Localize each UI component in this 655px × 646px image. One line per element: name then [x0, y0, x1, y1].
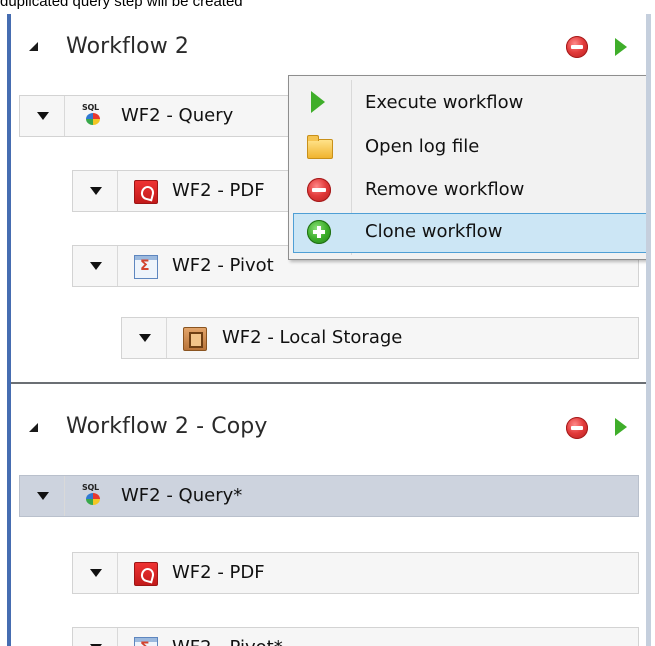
top-caption: duplicated query step will be created — [0, 0, 243, 10]
menu-item-execute-workflow[interactable]: Execute workflow — [293, 84, 646, 124]
menu-item-label: Execute workflow — [365, 92, 524, 113]
expand-arrow-icon[interactable] — [73, 553, 118, 593]
step-label: WF2 - Query — [121, 105, 234, 126]
expand-arrow-icon[interactable] — [20, 476, 65, 516]
expand-arrow-icon[interactable] — [73, 628, 118, 646]
context-menu: Execute workflow Open log file Remove wo… — [288, 75, 646, 260]
pdf-icon — [134, 562, 158, 586]
menu-item-clone-workflow[interactable]: Clone workflow — [293, 213, 646, 253]
menu-item-open-log-file[interactable]: Open log file — [293, 128, 646, 168]
menu-item-label: Remove workflow — [365, 179, 525, 200]
menu-item-remove-workflow[interactable]: Remove workflow — [293, 171, 646, 211]
step-label: WF2 - PDF — [172, 180, 265, 201]
remove-workflow-icon[interactable] — [566, 36, 588, 58]
collapse-arrow-icon[interactable] — [29, 423, 38, 432]
menu-item-label: Clone workflow — [365, 221, 503, 242]
step-label: WF2 - Local Storage — [222, 327, 403, 348]
menu-item-label: Open log file — [365, 136, 480, 157]
step-row[interactable]: WF2 - Pivot* — [72, 627, 639, 646]
pdf-icon — [134, 180, 158, 204]
step-label: WF2 - PDF — [172, 562, 265, 583]
storage-icon — [183, 327, 207, 351]
pivot-icon — [134, 255, 158, 279]
workflow-title: Workflow 2 - Copy — [66, 414, 268, 439]
step-label: WF2 - Pivot* — [172, 637, 283, 646]
step-row-selected[interactable]: SQL WF2 - Query* — [19, 475, 639, 517]
remove-workflow-icon[interactable] — [566, 417, 588, 439]
step-label: WF2 - Query* — [121, 485, 243, 506]
play-icon — [307, 91, 331, 115]
collapse-arrow-icon[interactable] — [29, 42, 38, 51]
expand-arrow-icon[interactable] — [73, 171, 118, 211]
workflow-separator — [11, 382, 646, 384]
sql-icon: SQL — [81, 103, 103, 127]
step-row[interactable]: WF2 - PDF — [72, 552, 639, 594]
folder-open-icon — [307, 135, 333, 159]
add-icon — [307, 220, 331, 244]
remove-icon — [307, 178, 331, 202]
step-label: WF2 - Pivot — [172, 255, 274, 276]
execute-workflow-icon[interactable] — [615, 418, 627, 436]
workflow-panel: Workflow 2 SQL WF2 - Query WF2 - PDF WF2… — [7, 14, 651, 646]
step-row[interactable]: WF2 - Local Storage — [121, 317, 639, 359]
workflow-title: Workflow 2 — [66, 34, 190, 59]
pivot-icon — [134, 637, 158, 646]
expand-arrow-icon[interactable] — [73, 246, 118, 286]
expand-arrow-icon[interactable] — [20, 96, 65, 136]
execute-workflow-icon[interactable] — [615, 38, 627, 56]
expand-arrow-icon[interactable] — [122, 318, 167, 358]
sql-icon: SQL — [81, 483, 103, 507]
